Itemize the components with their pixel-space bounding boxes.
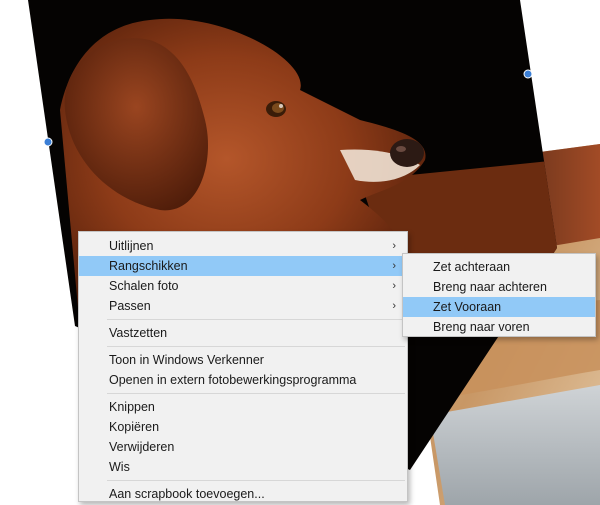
menu-item-label: Passen [109,299,151,313]
submenu-item-zet-vooraan[interactable]: Zet Vooraan [403,297,595,317]
menu-item-schalen-foto[interactable]: Schalen foto › [79,276,407,296]
chevron-right-icon: › [392,280,396,292]
menu-item-label: Kopiëren [109,420,160,434]
menu-item-knippen[interactable]: Knippen [79,397,407,417]
menu-item-rangschikken[interactable]: Rangschikken › [79,256,407,276]
menu-item-label: Schalen foto [109,279,179,293]
menu-item-label: Openen in extern fotobewerkingsprogramma [109,373,357,387]
menu-separator [107,393,405,394]
arrange-submenu: Zet achteraan Breng naar achteren Zet Voor… [402,253,596,337]
resize-handle-right[interactable] [523,69,533,79]
submenu-item-label: Breng naar achteren [433,280,547,294]
menu-item-passen[interactable]: Passen › [79,296,407,316]
submenu-item-breng-naar-voren[interactable]: Breng naar voren [403,317,595,337]
menu-item-verwijderen[interactable]: Verwijderen [79,437,407,457]
menu-item-label: Wis [109,460,130,474]
menu-item-aan-scrapbook-toevoegen[interactable]: Aan scrapbook toevoegen... [79,484,407,504]
menu-item-label: Verwijderen [109,440,175,454]
chevron-right-icon: › [392,300,396,312]
submenu-item-breng-naar-achteren[interactable]: Breng naar achteren [403,277,595,297]
menu-item-label: Rangschikken [109,259,188,273]
menu-item-openen-in-extern-fotobewerkingsprogramma[interactable]: Openen in extern fotobewerkingsprogramma [79,370,407,390]
menu-item-wis[interactable]: Wis [79,457,407,477]
submenu-item-label: Zet achteraan [433,260,511,274]
menu-item-label: Uitlijnen [109,239,154,253]
submenu-item-label: Zet Vooraan [433,300,502,314]
menu-separator [107,480,405,481]
menu-item-vastzetten[interactable]: Vastzetten [79,323,407,343]
context-menu: Uitlijnen › Rangschikken › Schalen foto › Pass… [78,231,408,502]
menu-separator [107,346,405,347]
chevron-right-icon: › [392,240,396,252]
menu-item-label: Knippen [109,400,155,414]
menu-item-label: Aan scrapbook toevoegen... [109,487,265,501]
menu-separator [107,319,405,320]
submenu-item-label: Breng naar voren [433,320,530,334]
menu-item-kopieren[interactable]: Kopiëren [79,417,407,437]
menu-item-toon-in-windows-verkenner[interactable]: Toon in Windows Verkenner [79,350,407,370]
resize-handle-left[interactable] [43,137,53,147]
submenu-item-zet-achteraan[interactable]: Zet achteraan [403,257,595,277]
menu-item-uitlijnen[interactable]: Uitlijnen › [79,236,407,256]
menu-item-label: Toon in Windows Verkenner [109,353,264,367]
chevron-right-icon: › [392,260,396,272]
menu-item-label: Vastzetten [109,326,168,340]
